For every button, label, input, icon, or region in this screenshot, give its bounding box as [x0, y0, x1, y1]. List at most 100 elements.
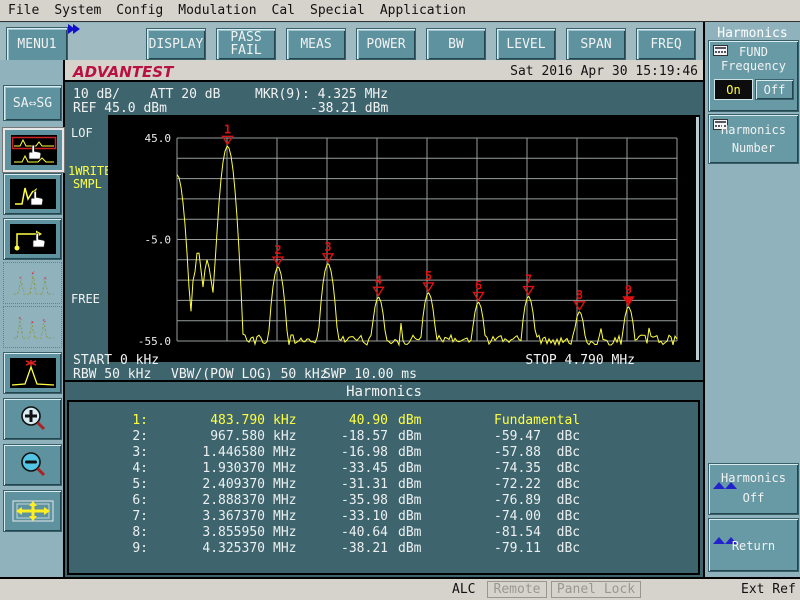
- trace-move-button[interactable]: [3, 173, 62, 215]
- status-bar: ALC Remote Panel Lock Ext Ref: [0, 577, 800, 600]
- harmonic-dbc: -74.00 dBc: [494, 509, 580, 524]
- harmonic-row-3: 3:1.446580MHz-16.98dBm-57.88 dBc: [65, 445, 703, 461]
- harmonic-row-9: 9:4.325370MHz-38.21dBm-79.11 dBc: [65, 541, 703, 557]
- peak-search-button[interactable]: [3, 352, 62, 394]
- return-softkey[interactable]: Return: [708, 518, 799, 572]
- pan-button[interactable]: [3, 490, 62, 532]
- span-button[interactable]: SPAN: [566, 28, 626, 60]
- harmonic-dbc: -57.88 dBc: [494, 445, 580, 460]
- harmonic-level: -31.31: [303, 477, 388, 492]
- harmonic-dbc: Fundamental: [494, 413, 580, 428]
- harmonic-funit: MHz: [273, 493, 296, 508]
- marker-number-2: 2: [274, 243, 281, 257]
- harmonic-row-8: 8:3.855950MHz-40.64dBm-81.54 dBc: [65, 525, 703, 541]
- marker-number-4: 4: [375, 273, 382, 287]
- harmonic-level: -40.64: [303, 525, 388, 540]
- trace-select-button[interactable]: [3, 128, 64, 172]
- menu-item-cal[interactable]: Cal: [272, 3, 295, 18]
- bw-button[interactable]: BW: [426, 28, 486, 60]
- fund-on-toggle[interactable]: On: [714, 79, 753, 100]
- menu-item-system[interactable]: System: [54, 3, 101, 18]
- harmonic-n: 5:: [105, 477, 148, 492]
- meas-button[interactable]: MEAS: [286, 28, 346, 60]
- display-button[interactable]: DISPLAY: [146, 28, 206, 60]
- harmonic-funit: MHz: [273, 541, 296, 556]
- menu-item-special[interactable]: Special: [310, 3, 365, 18]
- marker-number-8: 8: [576, 288, 583, 302]
- zoom-in-button[interactable]: [3, 398, 62, 440]
- harmonic-level: -33.45: [303, 461, 388, 476]
- harmonic-n: 6:: [105, 493, 148, 508]
- harmonic-row-6: 6:2.888370MHz-35.98dBm-76.89 dBc: [65, 493, 703, 509]
- harmonic-freq: 4.325370: [160, 541, 265, 556]
- harmonic-n: 8:: [105, 525, 148, 540]
- menu-up-icon: [713, 523, 725, 537]
- marker-number-7: 7: [525, 273, 532, 287]
- harmonic-level: -38.21: [303, 541, 388, 556]
- harmonics-number-softkey[interactable]: Harmonics Number: [708, 114, 799, 164]
- harmonic-funit: kHz: [273, 413, 296, 428]
- harmonic-level: -33.10: [303, 509, 388, 524]
- menu-item-file[interactable]: File: [8, 3, 39, 18]
- harmonic-dbc: -59.47 dBc: [494, 429, 580, 444]
- fund-frequency-softkey[interactable]: FUND Frequency On Off: [708, 40, 799, 112]
- harmonic-lunit: dBm: [398, 461, 421, 476]
- off-label: Off: [709, 491, 798, 505]
- harmonic-funit: MHz: [273, 525, 296, 540]
- harmonic-lunit: dBm: [398, 429, 421, 444]
- free-run-label: FREE: [71, 292, 100, 306]
- y-axis-tick: -5.0: [145, 234, 172, 247]
- harmonic-row-2: 2:967.580kHz-18.57dBm-59.47 dBc: [65, 429, 703, 445]
- marker-number-9: 9: [625, 283, 632, 297]
- advantest-logo: ADVANTEST: [73, 63, 173, 81]
- pass-fail-button[interactable]: PASS FAIL: [216, 28, 276, 60]
- harmonic-freq: 3.855950: [160, 525, 265, 540]
- stop-frequency-label: STOP 4.790 MHz: [525, 353, 635, 368]
- trace-move-icon: [10, 179, 56, 209]
- marker-frequency-readout: MKR(9): 4.325 MHz: [255, 87, 388, 102]
- harmonic-n: 3:: [105, 445, 148, 460]
- harmonic-funit: MHz: [273, 445, 296, 460]
- menu-bar: File System Config Modulation Cal Special Appl…: [0, 0, 800, 22]
- harmonic-freq: 1.446580: [160, 445, 265, 460]
- sa-sg-toggle-button[interactable]: SA⇔SG: [3, 85, 62, 121]
- divider: [65, 380, 703, 382]
- harmonic-row-7: 7:3.367370MHz-33.10dBm-74.00 dBc: [65, 509, 703, 525]
- marker-number-1: 1: [224, 122, 231, 136]
- marker-number-3: 3: [324, 240, 331, 254]
- harmonic-n: 7:: [105, 509, 148, 524]
- alc-status: ALC: [452, 582, 475, 597]
- harmonic-dbc: -79.11 dBc: [494, 541, 580, 556]
- harmonic-funit: MHz: [273, 461, 296, 476]
- write-mode-label: 1WRITE: [68, 164, 111, 178]
- line-edit-button[interactable]: [3, 218, 62, 260]
- menu-item-application[interactable]: Application: [380, 3, 466, 18]
- harmonic-freq: 3.367370: [160, 509, 265, 524]
- fund-off-toggle[interactable]: Off: [755, 79, 794, 100]
- harmonic-level: 40.90: [303, 413, 388, 428]
- multi-marker-button: [3, 262, 62, 304]
- menu1-button[interactable]: MENU1: [6, 27, 68, 62]
- harmonics-off-softkey[interactable]: Harmonics Off: [708, 463, 799, 515]
- zoom-out-button[interactable]: [3, 444, 62, 486]
- level-button[interactable]: LEVEL: [496, 28, 556, 60]
- freq-button[interactable]: FREQ: [636, 28, 696, 60]
- datetime: Sat 2016 Apr 30 15:19:46: [510, 64, 698, 79]
- reference-level-readout: REF 45.0 dBm: [73, 101, 167, 116]
- pan-icon: [10, 496, 56, 526]
- menu-item-config[interactable]: Config: [116, 3, 163, 18]
- harmonic-n: 2:: [105, 429, 148, 444]
- power-button[interactable]: POWER: [356, 28, 416, 60]
- y-axis-tick: -55.0: [138, 335, 171, 348]
- harmonic-funit: kHz: [273, 429, 296, 444]
- harmonic-n: 1:: [105, 413, 148, 428]
- lof-label: LOF: [71, 126, 93, 140]
- panel-lock-indicator: Panel Lock: [551, 581, 641, 598]
- menu-item-modulation[interactable]: Modulation: [178, 3, 256, 18]
- multi-marker2-button: [3, 306, 62, 348]
- toolbar: MENU1 DISPLAY PASS FAIL MEAS POWER BW LEVEL SP…: [0, 23, 703, 62]
- harmonic-dbc: -81.54 dBc: [494, 525, 580, 540]
- harmonic-dbc: -74.35 dBc: [494, 461, 580, 476]
- trace-select-icon: [11, 135, 57, 165]
- harmonic-lunit: dBm: [398, 509, 421, 524]
